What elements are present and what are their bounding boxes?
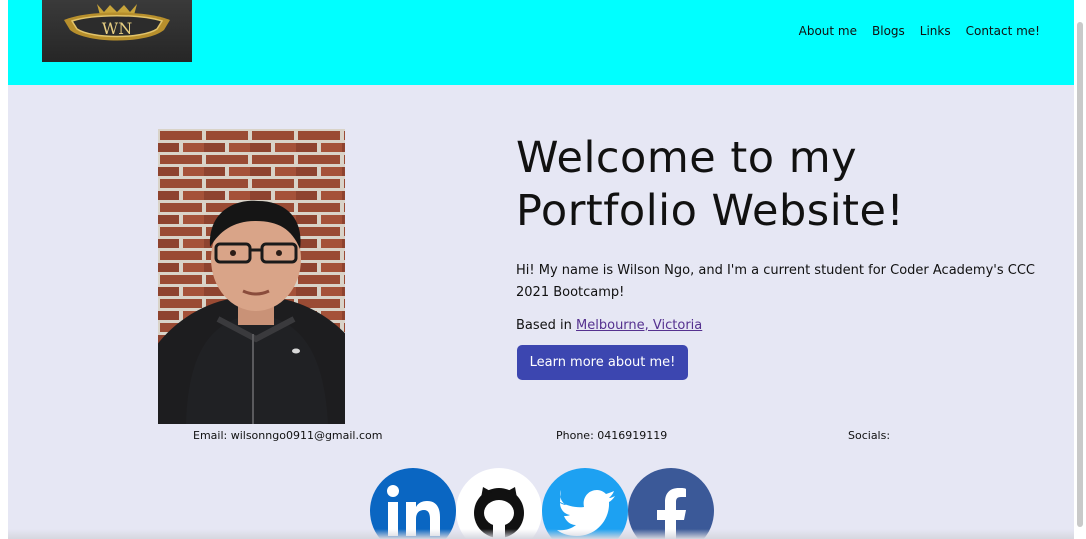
page: WN About me Blogs Links Contact me! Welc… — [8, 0, 1074, 539]
bottom-fade — [8, 529, 1074, 539]
profile-photo — [158, 129, 345, 424]
logo-text: WN — [102, 19, 132, 38]
hero-title-line-2: Portfolio Website! — [516, 186, 905, 236]
socials-label: Socials: — [848, 429, 891, 442]
scrollbar[interactable] — [1074, 0, 1086, 539]
learn-more-button[interactable]: Learn more about me! — [517, 345, 688, 380]
hero-title: Welcome to my Portfolio Website! — [516, 132, 904, 238]
hero-title-line-1: Welcome to my — [516, 133, 858, 183]
scrollbar-thumb[interactable] — [1077, 22, 1083, 527]
nav-links[interactable]: Links — [920, 24, 951, 38]
nav-blogs[interactable]: Blogs — [872, 24, 905, 38]
location-text: Based in Melbourne, Victoria — [516, 318, 702, 333]
site-header: WN About me Blogs Links Contact me! — [8, 0, 1074, 85]
intro-text: Hi! My name is Wilson Ngo, and I'm a cur… — [516, 263, 1035, 300]
phone-text: Phone: 0416919119 — [556, 429, 668, 442]
email-text: Email: wilsonngo0911@gmail.com — [193, 429, 383, 442]
logo[interactable]: WN — [42, 0, 192, 62]
location-prefix: Based in — [516, 318, 577, 333]
nav-about-me[interactable]: About me — [799, 24, 857, 38]
location-link[interactable]: Melbourne, Victoria — [576, 318, 702, 333]
main-nav: About me Blogs Links Contact me! — [799, 24, 1040, 38]
nav-contact-me[interactable]: Contact me! — [966, 24, 1040, 38]
